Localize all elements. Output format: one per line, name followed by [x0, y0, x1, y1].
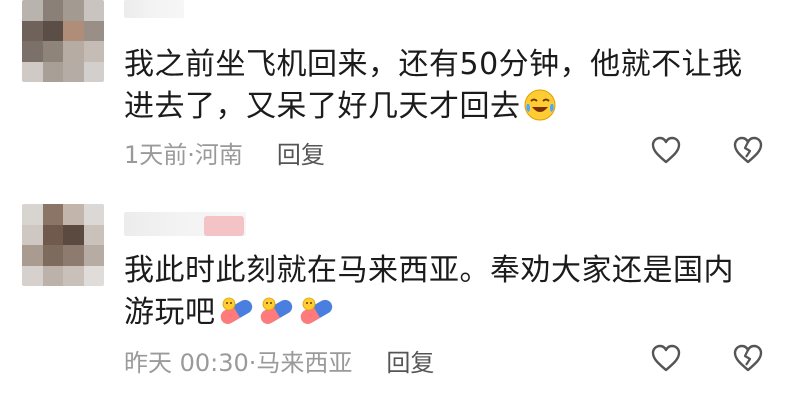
like-button[interactable]: [648, 340, 684, 376]
avatar-pixel: [83, 20, 104, 41]
dislike-button[interactable]: [730, 340, 766, 376]
comment-text-line: 我之前坐飞机回来，还有50分钟，他就不让我: [124, 47, 743, 82]
comment-meta: 昨天 00:30·马来西亚 回复: [124, 343, 434, 378]
pill-emoji: [256, 294, 296, 328]
laughing-crying-emoji: [523, 88, 557, 122]
time-location: 昨天 00:30·马来西亚: [124, 349, 353, 377]
avatar-pixel: [42, 61, 63, 82]
avatar-pixel: [83, 245, 104, 266]
avatar[interactable]: [22, 0, 104, 82]
pill-emoji: [216, 294, 256, 328]
broken-heart-icon: [733, 136, 763, 164]
avatar-pixel: [42, 0, 63, 21]
dislike-button[interactable]: [730, 132, 766, 168]
time-location: 1天前·河南: [124, 141, 243, 169]
avatar-pixel: [83, 265, 104, 286]
comment-text-line-content: 进去了，又呆了好几天才回去: [124, 89, 521, 124]
avatar-pixel: [22, 224, 43, 245]
avatar-pixel: [83, 204, 104, 225]
pill-emoji: [296, 294, 336, 328]
avatar-pixel: [22, 245, 43, 266]
avatar-pixel: [83, 61, 104, 82]
avatar-pixel: [63, 61, 84, 82]
avatar-pixel: [63, 0, 84, 21]
reply-button[interactable]: 回复: [386, 343, 434, 378]
comment-item: 我此时此刻就在马来西亚。奉劝大家还是国内 游玩吧 昨天 00:30·马来西亚 回…: [0, 192, 800, 403]
avatar[interactable]: [22, 204, 104, 286]
heart-icon: [651, 136, 681, 164]
avatar-pixel: [63, 41, 84, 62]
comment-item: 我之前坐飞机回来，还有50分钟，他就不让我 进去了，又呆了好几天才回去 1天前·…: [0, 0, 800, 192]
avatar-pixel: [42, 20, 63, 41]
avatar-pixel: [22, 41, 43, 62]
username-blurred[interactable]: [124, 0, 184, 18]
avatar-pixel: [63, 204, 84, 225]
avatar-pixel: [42, 245, 63, 266]
avatar-pixel: [22, 204, 43, 225]
heart-icon: [651, 344, 681, 372]
avatar-pixel: [42, 204, 63, 225]
avatar-pixel: [22, 61, 43, 82]
avatar-pixel: [83, 224, 104, 245]
user-badge: [204, 216, 244, 236]
avatar-pixel: [22, 265, 43, 286]
comment-text-line-content: 游玩吧: [124, 295, 216, 330]
avatar-pixel: [42, 41, 63, 62]
avatar-pixel: [63, 245, 84, 266]
comment-text: 我之前坐飞机回来，还有50分钟，他就不让我 进去了，又呆了好几天才回去: [124, 44, 784, 128]
comment-text: 我此时此刻就在马来西亚。奉劝大家还是国内 游玩吧: [124, 250, 784, 334]
avatar-pixel: [42, 224, 63, 245]
like-button[interactable]: [648, 132, 684, 168]
avatar-pixel: [63, 265, 84, 286]
comment-text-line: 游玩吧: [124, 292, 784, 334]
avatar-pixel: [22, 0, 43, 21]
avatar-pixel: [22, 20, 43, 41]
broken-heart-icon: [733, 344, 763, 372]
avatar-pixel: [63, 20, 84, 41]
comment-text-line: 进去了，又呆了好几天才回去: [124, 86, 784, 128]
avatar-pixel: [42, 265, 63, 286]
comment-meta: 1天前·河南 回复: [124, 135, 325, 170]
avatar-pixel: [83, 0, 104, 21]
reply-button[interactable]: 回复: [277, 135, 325, 170]
avatar-pixel: [83, 41, 104, 62]
pill-emoji-group: [216, 295, 336, 330]
comment-text-line: 我此时此刻就在马来西亚。奉劝大家还是国内: [124, 253, 734, 288]
avatar-pixel: [63, 224, 84, 245]
